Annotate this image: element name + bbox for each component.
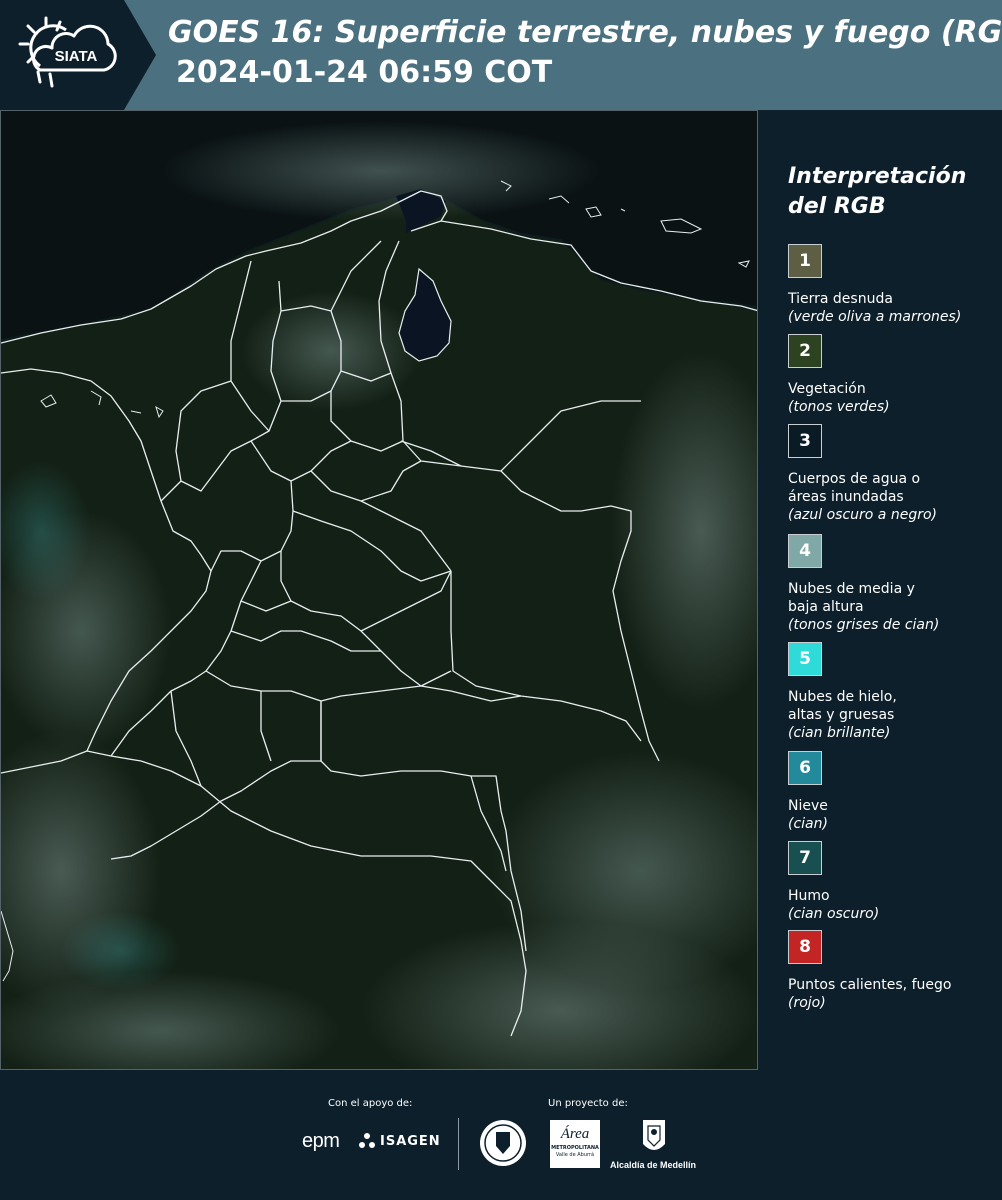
legend-description: (rojo) — [788, 995, 826, 1011]
legend-description: (cian brillante) — [788, 725, 891, 741]
legend-item-water: 3 Cuerpos de agua o áreas inundadas (azu… — [788, 424, 998, 524]
legend-swatch-1: 1 — [788, 244, 822, 278]
page: SIATA GOES 16: Superficie terrestre, nub… — [0, 0, 1002, 1200]
legend-item-bare-soil: 1 Tierra desnuda (verde oliva a marrones… — [788, 244, 998, 326]
seal-icon — [478, 1118, 528, 1168]
legend-label: Nubes de hielo, altas y gruesas — [788, 689, 897, 723]
legend-item-vegetation: 2 Vegetación (tonos verdes) — [788, 334, 998, 416]
header-bar: SIATA GOES 16: Superficie terrestre, nub… — [0, 0, 1002, 110]
legend-item-fire: 8 Puntos calientes, fuego (rojo) — [788, 930, 998, 1012]
logo-text: SIATA — [55, 48, 98, 65]
legend-title: Interpretación del RGB — [788, 164, 967, 219]
footer: Con el apoyo de: Un proyecto de: epm ISA… — [0, 1070, 1002, 1200]
page-title: GOES 16: Superficie terrestre, nubes y f… — [168, 15, 1002, 50]
footer-divider — [458, 1118, 459, 1170]
isagen-logo: ISAGEN — [380, 1134, 441, 1149]
legend-swatch-8: 8 — [788, 930, 822, 964]
legend-swatch-6: 6 — [788, 751, 822, 785]
support-label: Con el apoyo de: — [328, 1098, 413, 1109]
legend-label: Nubes de media y baja altura — [788, 581, 915, 615]
legend-description: (cian oscuro) — [788, 906, 880, 922]
legend-description: (cian) — [788, 816, 828, 832]
medellin-shield-icon — [641, 1118, 667, 1156]
legend-description: (tonos verdes) — [788, 399, 890, 415]
legend-swatch-5: 5 — [788, 642, 822, 676]
satellite-map[interactable] — [0, 110, 758, 1070]
legend-item-low-clouds: 4 Nubes de media y baja altura (tonos gr… — [788, 534, 998, 634]
legend-description: (tonos grises de cian) — [788, 617, 940, 633]
legend-label: Nieve — [788, 798, 828, 814]
area-metropolitana-logo: Área METROPOLITANA Valle de Aburrá — [550, 1120, 600, 1168]
legend-swatch-7: 7 — [788, 841, 822, 875]
alcaldia-medellin-logo: Alcaldía de Medellín — [610, 1160, 697, 1170]
epm-logo: epm — [302, 1130, 340, 1152]
legend-label: Cuerpos de agua o áreas inundadas — [788, 471, 921, 505]
legend-label: Vegetación — [788, 381, 866, 397]
legend-description: (azul oscuro a negro) — [788, 507, 937, 523]
legend-item-snow: 6 Nieve (cian) — [788, 751, 998, 833]
legend-label: Tierra desnuda — [788, 291, 893, 307]
legend-label: Humo — [788, 888, 830, 904]
project-label: Un proyecto de: — [548, 1098, 628, 1109]
legend-swatch-4: 4 — [788, 534, 822, 568]
isagen-icon — [358, 1132, 376, 1150]
image-datetime: 2024-01-24 06:59 COT — [176, 55, 553, 90]
legend-label: Puntos calientes, fuego — [788, 977, 952, 993]
legend-item-ice-clouds: 5 Nubes de hielo, altas y gruesas (cian … — [788, 642, 998, 742]
legend-item-smoke: 7 Humo (cian oscuro) — [788, 841, 998, 923]
legend-description: (verde oliva a marrones) — [788, 309, 962, 325]
siata-logo: SIATA — [0, 0, 156, 110]
legend-swatch-2: 2 — [788, 334, 822, 368]
rgb-legend: Interpretación del RGB 1 Tierra desnuda … — [758, 110, 1002, 1070]
legend-swatch-3: 3 — [788, 424, 822, 458]
